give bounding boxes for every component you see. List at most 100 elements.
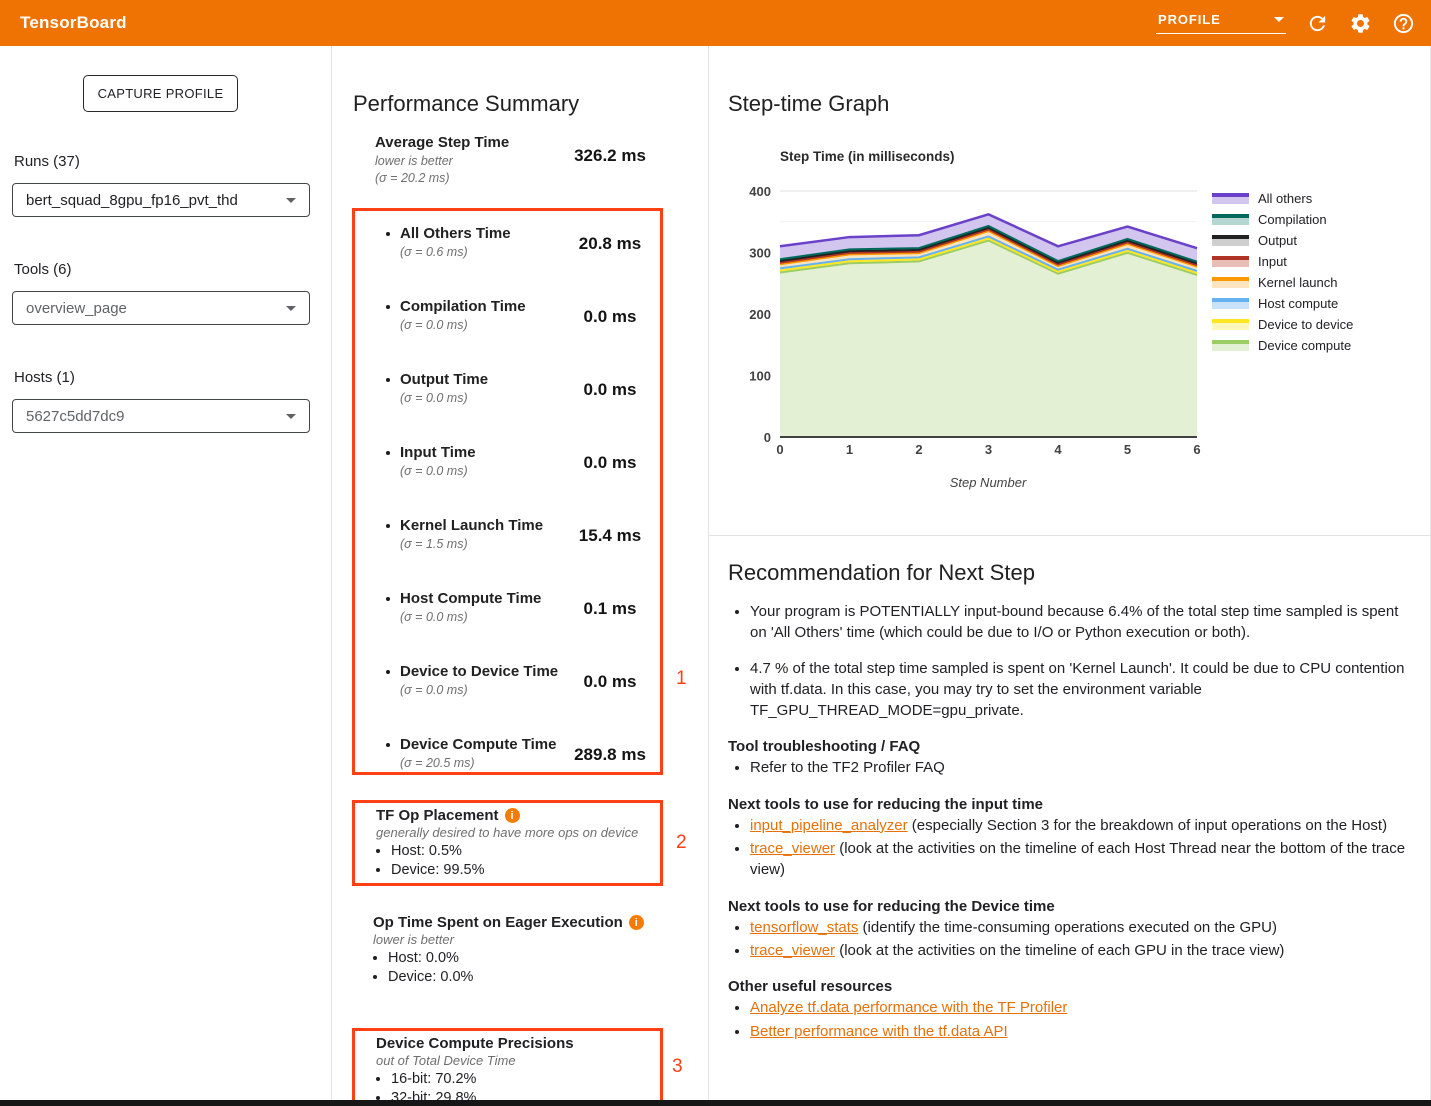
highlight-box-1: All Others Time(σ = 0.6 ms)20.8 ms Compil…: [352, 208, 663, 775]
metric-sigma: (σ = 0.6 ms): [400, 244, 511, 260]
annotation-2: 2: [676, 832, 687, 854]
metric-label: Compilation Time: [400, 298, 526, 316]
legend-label: Device to device: [1258, 317, 1353, 332]
eager-execution-section: Op Time Spent on Eager Execution i lower …: [373, 914, 673, 987]
performance-summary-panel: Performance Summary Average Step Time lo…: [332, 46, 709, 1106]
metric-value: 15.4 ms: [548, 526, 672, 546]
metric-value: 0.1 ms: [548, 599, 672, 619]
metric-label: Host Compute Time: [400, 590, 541, 608]
metric-value: 0.0 ms: [548, 453, 672, 473]
legend-item: All others: [1212, 188, 1353, 209]
rec-item-text: (look at the activities on the timeline …: [750, 840, 1405, 878]
bullet-icon: [386, 305, 390, 309]
reload-icon[interactable]: [1305, 11, 1329, 35]
chart-xlabel: Step Number: [950, 475, 1027, 490]
svg-text:3: 3: [985, 442, 992, 457]
app-header: TensorBoard PROFILE: [0, 0, 1431, 46]
rec-item-text: (especially Section 3 for the breakdown …: [908, 817, 1387, 834]
rec-section-heading: Next tools to use for reducing the Devic…: [728, 898, 1410, 915]
legend-item: Input: [1212, 251, 1353, 272]
info-icon[interactable]: i: [505, 808, 520, 823]
hosts-select[interactable]: 5627c5dd7dc9: [12, 399, 310, 433]
metric-label: All Others Time: [400, 225, 511, 243]
eager-execution-note: lower is better: [373, 932, 673, 947]
rec-link[interactable]: trace_viewer: [750, 840, 835, 857]
dashboard-select[interactable]: PROFILE: [1156, 12, 1286, 34]
metric-sigma: (σ = 0.0 ms): [400, 317, 526, 333]
legend-swatch-icon: [1212, 214, 1249, 225]
svg-text:400: 400: [749, 184, 771, 199]
bullet-icon: [386, 743, 390, 747]
perf-metric-row: Output Time(σ = 0.0 ms)0.0 ms: [355, 371, 660, 419]
metric-note: lower is better: [375, 153, 509, 169]
help-icon[interactable]: [1391, 11, 1415, 35]
runs-select-value: bert_squad_8gpu_fp16_pvt_thd: [26, 192, 238, 209]
rec-link[interactable]: Better performance with the tf.data API: [750, 1023, 1008, 1040]
rec-section-heading: Next tools to use for reducing the input…: [728, 796, 1410, 813]
metric-value: 20.8 ms: [548, 234, 672, 254]
rec-section-list: input_pipeline_analyzer (especially Sect…: [728, 815, 1410, 881]
metric-value: 326.2 ms: [548, 146, 672, 166]
annotation-1: 1: [676, 668, 687, 690]
perf-metric-row: All Others Time(σ = 0.6 ms)20.8 ms: [355, 225, 660, 273]
metric-label: Device Compute Time: [400, 736, 556, 754]
compute-precisions-note: out of Total Device Time: [376, 1053, 656, 1068]
bullet-icon: [386, 232, 390, 236]
metric-label: Output Time: [400, 371, 488, 389]
recommendation-title: Recommendation for Next Step: [728, 560, 1410, 586]
info-icon[interactable]: i: [629, 915, 644, 930]
svg-text:100: 100: [749, 369, 771, 384]
rec-link[interactable]: input_pipeline_analyzer: [750, 817, 908, 834]
step-time-chart[interactable]: Step Time (in milliseconds) Step Number …: [737, 141, 1207, 511]
rec-section-list: Refer to the TF2 Profiler FAQ: [728, 757, 1410, 778]
recommendation-bullet: Your program is POTENTIALLY input-bound …: [750, 601, 1410, 644]
tools-label: Tools (6): [14, 261, 72, 278]
rec-link[interactable]: tensorflow_stats: [750, 919, 858, 936]
capture-profile-button[interactable]: CAPTURE PROFILE: [83, 75, 238, 112]
highlight-box-3: Device Compute Precisions out of Total D…: [352, 1028, 663, 1106]
perf-metric-row: Input Time(σ = 0.0 ms)0.0 ms: [355, 444, 660, 492]
rec-link[interactable]: trace_viewer: [750, 942, 835, 959]
runs-select[interactable]: bert_squad_8gpu_fp16_pvt_thd: [12, 183, 310, 217]
eager-execution-title: Op Time Spent on Eager Execution: [373, 914, 623, 931]
metric-sigma: (σ = 0.0 ms): [400, 609, 541, 625]
legend-label: Output: [1258, 233, 1297, 248]
chart-legend: All othersCompilationOutputInputKernel l…: [1212, 188, 1353, 356]
list-item: 16-bit: 70.2%: [391, 1070, 656, 1089]
list-item: Host: 0.0%: [388, 949, 673, 968]
rec-link[interactable]: Analyze tf.data performance with the TF …: [750, 999, 1067, 1016]
chevron-down-icon: [286, 198, 296, 203]
rec-section-heading: Tool troubleshooting / FAQ: [728, 738, 1410, 755]
metric-value: 289.8 ms: [548, 745, 672, 765]
metric-sigma: (σ = 0.0 ms): [400, 682, 558, 698]
legend-swatch-icon: [1212, 235, 1249, 246]
tf-op-placement-title: TF Op Placement: [376, 807, 499, 824]
metric-label: Input Time: [400, 444, 476, 462]
metric-sigma: (σ = 20.2 ms): [375, 170, 509, 186]
metric-label: Average Step Time: [375, 134, 509, 152]
list-item: Host: 0.5%: [391, 842, 656, 861]
svg-text:1: 1: [846, 442, 853, 457]
rec-item-text: (identify the time-consuming operations …: [858, 919, 1277, 936]
legend-item: Compilation: [1212, 209, 1353, 230]
performance-summary-title: Performance Summary: [353, 91, 579, 117]
perf-metric-row: Kernel Launch Time(σ = 1.5 ms)15.4 ms: [355, 517, 660, 565]
tf-op-placement-list: Host: 0.5%Device: 99.5%: [376, 842, 656, 880]
rec-item: Refer to the TF2 Profiler FAQ: [750, 757, 1410, 778]
perf-metric-row: Device Compute Time(σ = 20.5 ms)289.8 ms: [355, 736, 660, 784]
legend-item: Device compute: [1212, 335, 1353, 356]
metric-sigma: (σ = 1.5 ms): [400, 536, 543, 552]
tools-select[interactable]: overview_page: [12, 291, 310, 325]
eager-execution-list: Host: 0.0%Device: 0.0%: [373, 949, 673, 987]
legend-swatch-icon: [1212, 298, 1249, 309]
metric-value: 0.0 ms: [548, 307, 672, 327]
bullet-icon: [386, 378, 390, 382]
svg-text:5: 5: [1124, 442, 1131, 457]
bullet-icon: [386, 597, 390, 601]
svg-text:4: 4: [1054, 442, 1062, 457]
legend-label: All others: [1258, 191, 1312, 206]
metric-sigma: (σ = 0.0 ms): [400, 390, 488, 406]
rec-section-list: Analyze tf.data performance with the TF …: [728, 997, 1410, 1042]
svg-text:200: 200: [749, 307, 771, 322]
settings-gear-icon[interactable]: [1348, 11, 1372, 35]
